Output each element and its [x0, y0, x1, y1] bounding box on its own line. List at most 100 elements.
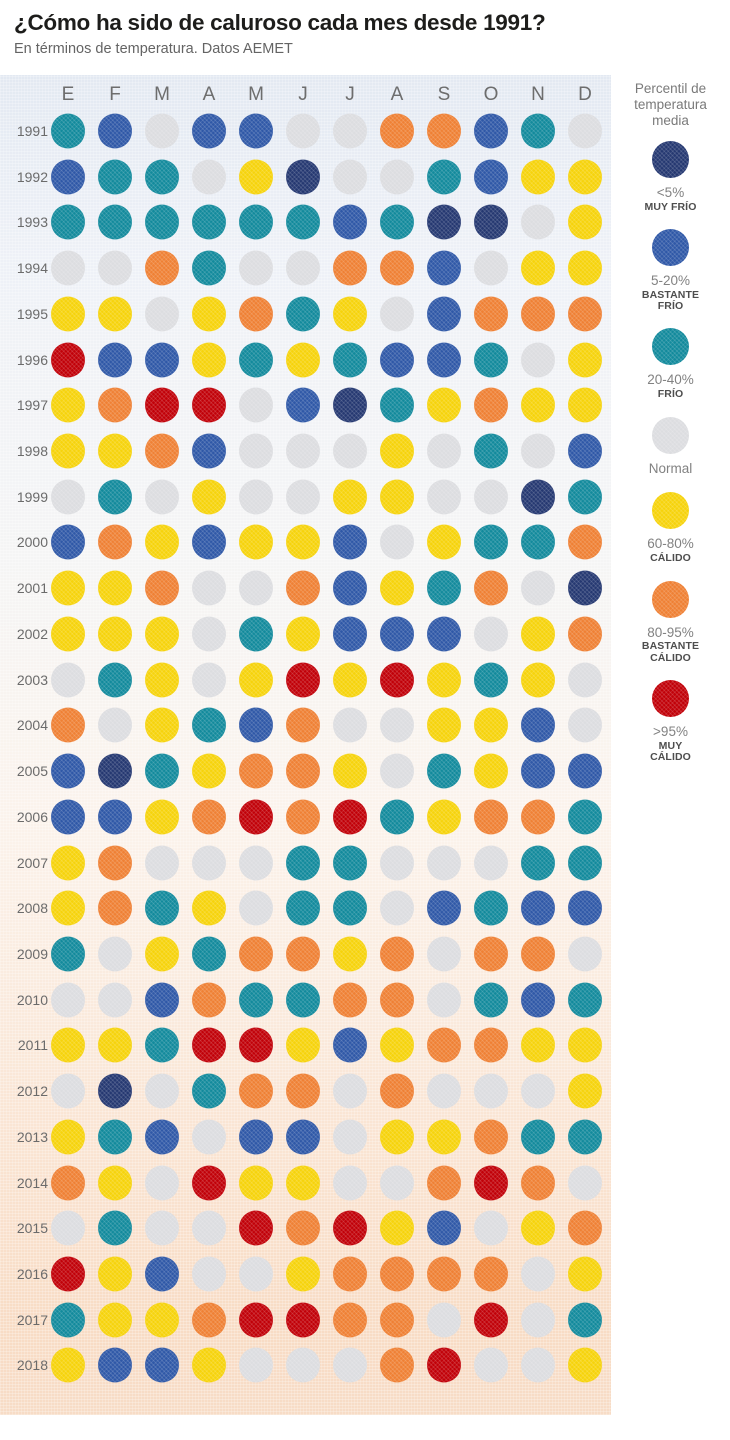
heatmap-cell [51, 616, 85, 652]
legend-name-label: FRÍO [657, 388, 684, 401]
heatmap-cell [98, 890, 132, 926]
heatmap-cell [521, 204, 555, 240]
month-label-junio: J [298, 84, 308, 105]
heatmap-cell [192, 1347, 226, 1383]
heatmap-cell [474, 159, 508, 195]
legend-swatch-icon [652, 680, 689, 718]
heatmap-cell [474, 524, 508, 560]
heatmap-cell [380, 433, 414, 469]
heatmap-cell [427, 387, 461, 423]
heatmap-cell [333, 845, 367, 881]
heatmap-cell [380, 204, 414, 240]
heatmap-cell [427, 1165, 461, 1201]
heatmap-cell [474, 936, 508, 972]
heatmap-cell [239, 707, 273, 743]
heatmap-cell [427, 707, 461, 743]
heatmap-cell [51, 799, 85, 835]
heatmap-cell [380, 753, 414, 789]
heatmap-cell [51, 524, 85, 560]
heatmap-cell [380, 936, 414, 972]
heatmap-cell [521, 616, 555, 652]
heatmap-cell [286, 936, 320, 972]
heatmap-cell [239, 1347, 273, 1383]
heatmap-cell [568, 799, 602, 835]
heatmap-cell [427, 479, 461, 515]
heatmap-cell [521, 1302, 555, 1338]
heatmap-cell [51, 570, 85, 606]
heatmap-cell [286, 387, 320, 423]
heatmap-cell [521, 570, 555, 606]
legend-swatch-icon [652, 416, 689, 454]
heatmap-cell [333, 707, 367, 743]
heatmap-cell [333, 982, 367, 1018]
heatmap-cell [192, 890, 226, 926]
heatmap-cell [521, 479, 555, 515]
year-label-2011: 2011 [17, 1037, 48, 1054]
heatmap-cell [239, 387, 273, 423]
heatmap-cell [51, 433, 85, 469]
heatmap-cell [333, 616, 367, 652]
heatmap-cell [474, 296, 508, 332]
heatmap-cell [521, 342, 555, 378]
heatmap-cell [239, 753, 273, 789]
heatmap-cell [568, 159, 602, 195]
heatmap-cell [192, 113, 226, 149]
heatmap-cell [333, 159, 367, 195]
heatmap-cell [98, 113, 132, 149]
legend-item-1: 5-20% BASTANTE FRÍO [611, 228, 730, 313]
heatmap-cell [427, 662, 461, 698]
heatmap-cell [427, 753, 461, 789]
heatmap-cell [380, 387, 414, 423]
heatmap-cell [427, 1210, 461, 1246]
heatmap-cell [427, 342, 461, 378]
year-label-2005: 2005 [16, 763, 48, 780]
heatmap-cell [474, 1027, 508, 1063]
heatmap-cell [286, 890, 320, 926]
heatmap-cell [51, 890, 85, 926]
heatmap-cell [145, 707, 179, 743]
year-label-2017: 2017 [16, 1311, 48, 1328]
year-label-1994: 1994 [16, 260, 48, 277]
heatmap-cell [380, 707, 414, 743]
heatmap-cell [98, 662, 132, 698]
month-label-marzo: M [154, 84, 170, 105]
heatmap-cell [98, 524, 132, 560]
legend-name-label: CÁLIDO [650, 552, 691, 565]
heatmap-cell [192, 753, 226, 789]
heatmap-cell [192, 1302, 226, 1338]
heatmap-cell [239, 250, 273, 286]
heatmap-cell [380, 296, 414, 332]
heatmap-cell [474, 387, 508, 423]
heatmap-cell [568, 250, 602, 286]
heatmap-cell [474, 1119, 508, 1155]
heatmap-cell [474, 707, 508, 743]
heatmap-cell [568, 890, 602, 926]
legend-item-2: 20-40% FRÍO [611, 328, 730, 400]
heatmap-cell [333, 296, 367, 332]
heatmap-cell [521, 753, 555, 789]
heatmap-cell [521, 1073, 555, 1109]
legend-range-label: Normal [648, 460, 693, 476]
legend-range-label: 5-20% [650, 272, 691, 288]
legend-range-label: >95% [653, 724, 688, 740]
heatmap-cell [145, 616, 179, 652]
heatmap-cell [333, 1027, 367, 1063]
heatmap-cell [474, 250, 508, 286]
month-label-octubre: O [483, 84, 499, 105]
heatmap-cell [192, 662, 226, 698]
heatmap-cell [51, 204, 85, 240]
heatmap-cell [98, 204, 132, 240]
heatmap-cell [286, 1302, 320, 1338]
year-label-2015: 2015 [16, 1220, 48, 1237]
heatmap-cell [380, 479, 414, 515]
heatmap-cell [380, 250, 414, 286]
heatmap-cell [98, 799, 132, 835]
month-label-julio: J [345, 84, 355, 105]
heatmap-cell [51, 1302, 85, 1338]
month-label-noviembre: N [531, 84, 545, 105]
heatmap-cell [568, 936, 602, 972]
heatmap-cell [239, 1119, 273, 1155]
heatmap-cell [286, 113, 320, 149]
heatmap-cell [239, 342, 273, 378]
heatmap-cell [51, 1165, 85, 1201]
